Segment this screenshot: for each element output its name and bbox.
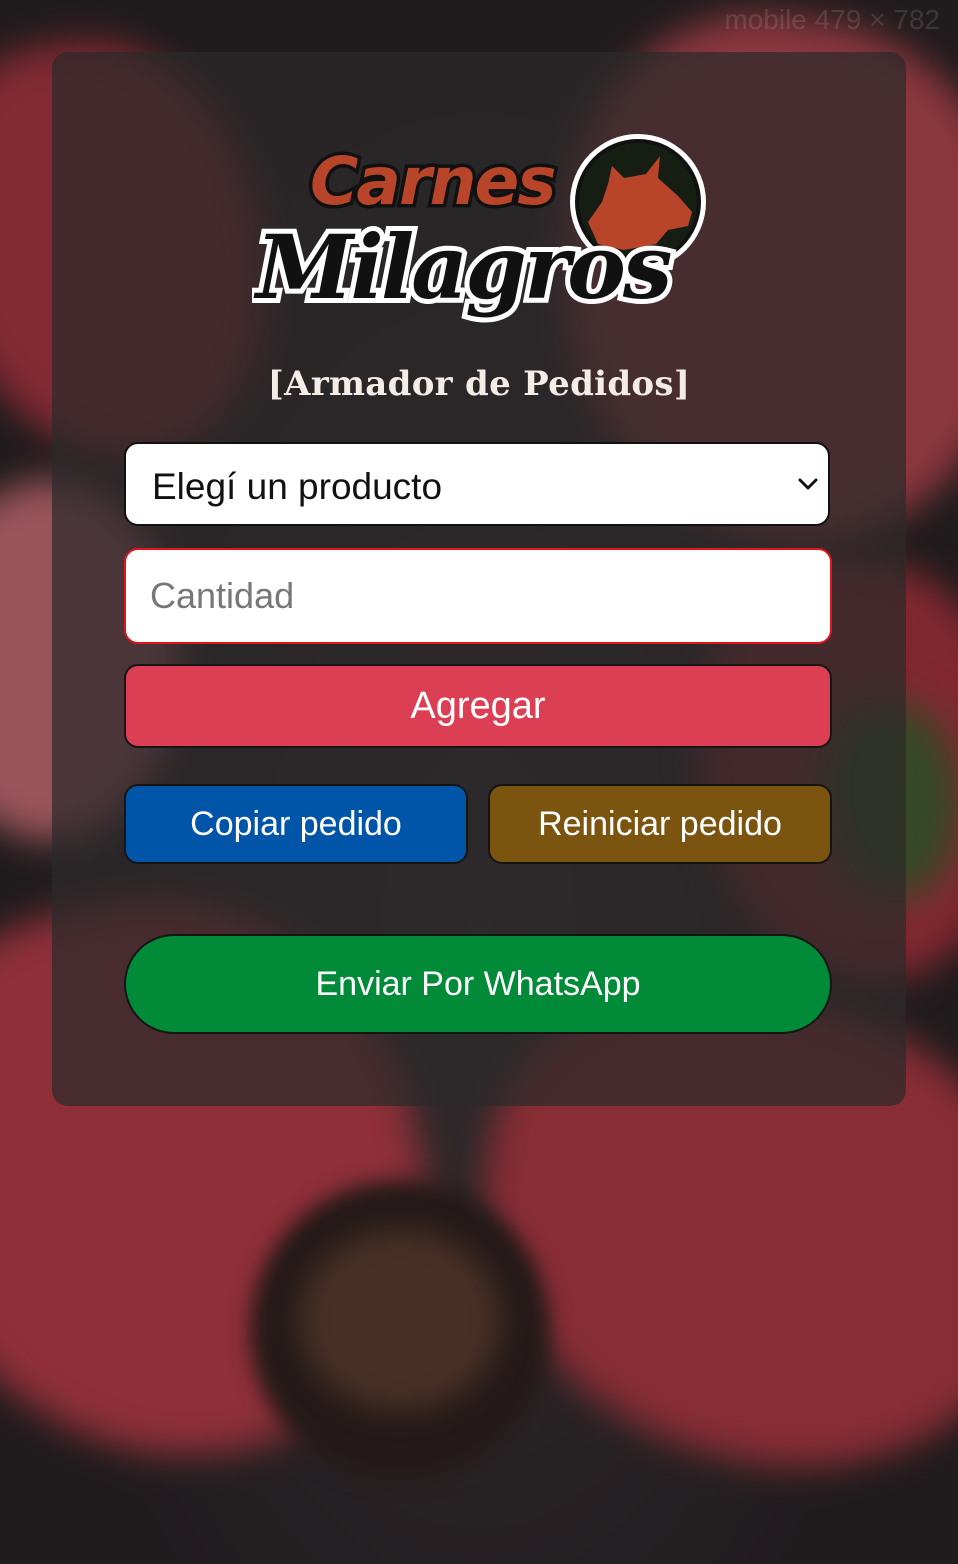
brand-line1: Carnes	[310, 143, 555, 220]
product-select-value: Elegí un producto	[152, 466, 443, 507]
quantity-input[interactable]	[124, 548, 832, 644]
brand-logo: Carnes Milagros	[252, 134, 706, 324]
brand-line2: Milagros	[253, 215, 671, 319]
page-subtitle: [Armador de Pedidos]	[267, 364, 691, 404]
add-button[interactable]: Agregar	[124, 664, 832, 748]
viewport-watermark: mobile 479 × 782	[724, 4, 940, 35]
product-select[interactable]: Elegí un producto	[124, 442, 830, 526]
reset-order-button[interactable]: Reiniciar pedido	[488, 784, 832, 864]
send-whatsapp-button[interactable]: Enviar Por WhatsApp	[124, 934, 832, 1034]
chevron-down-icon	[798, 478, 818, 490]
copy-order-button[interactable]: Copiar pedido	[124, 784, 468, 864]
